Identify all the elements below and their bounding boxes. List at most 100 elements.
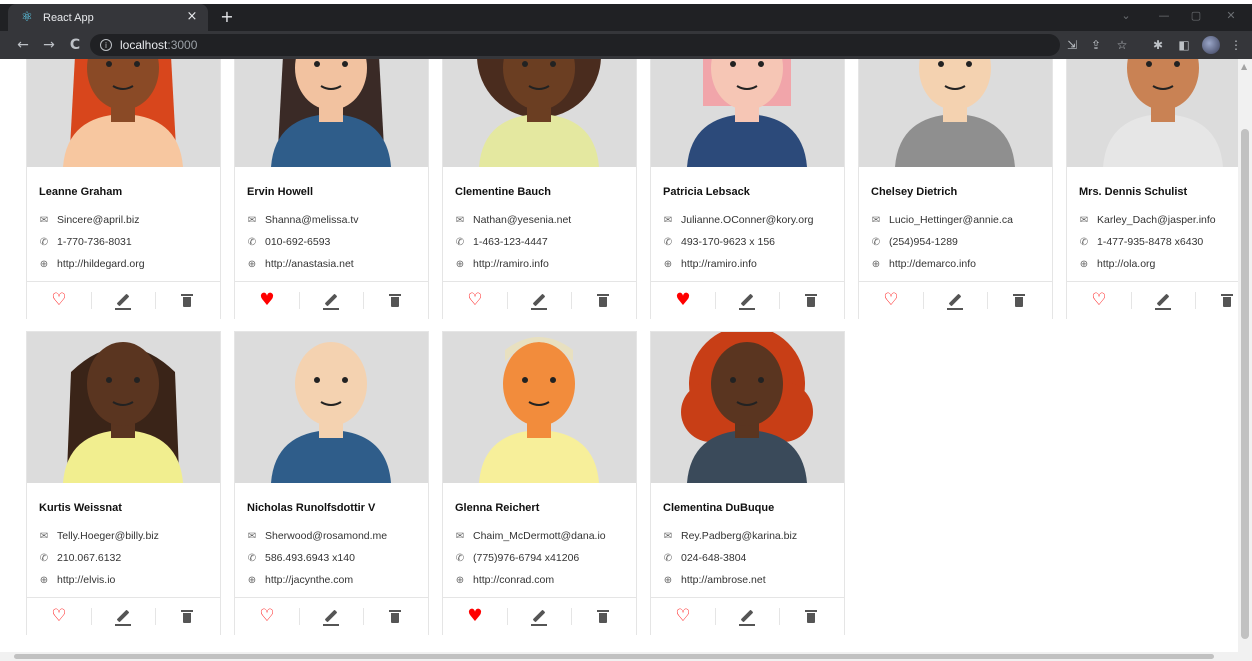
user-avatar [651,332,844,483]
trash-icon [805,294,817,307]
user-email-row: ✉ Lucio_Hettinger@annie.ca [871,212,1013,228]
user-phone: 1-477-935-8478 x6430 [1097,236,1204,248]
edit-button[interactable] [1131,282,1195,319]
menu-icon[interactable]: ⋮ [1228,37,1244,53]
edit-button[interactable] [507,282,571,319]
like-button[interactable]: ♡ [27,598,91,635]
back-button[interactable]: ← [14,36,32,54]
like-button[interactable]: ♡ [27,282,91,319]
delete-button[interactable] [779,598,843,635]
user-website: http://demarco.info [889,258,976,270]
maximize-icon[interactable]: ▢ [1187,9,1205,22]
heart-outline-icon: ♡ [675,606,691,626]
trash-icon [389,294,401,307]
user-card: Kurtis Weissnat ✉ Telly.Hoeger@billy.biz… [26,331,221,635]
edit-button[interactable] [299,598,363,635]
like-button[interactable]: ♥ [235,282,299,319]
chevron-down-icon[interactable]: ⌄ [1117,9,1135,22]
edit-button[interactable] [91,282,155,319]
delete-button[interactable] [779,282,843,319]
user-phone-row: ✆ (775)976-6794 x41206 [455,550,579,566]
edit-button[interactable] [91,598,155,635]
user-email: Julianne.OConner@kory.org [681,214,814,226]
horizontal-scrollbar[interactable] [0,652,1252,661]
edit-button[interactable] [715,598,779,635]
user-phone: 210.067.6132 [57,552,122,564]
forward-button[interactable]: → [40,36,58,54]
minimize-icon[interactable]: — [1155,9,1173,22]
delete-button[interactable] [571,598,635,635]
trash-icon [1013,294,1025,307]
heart-outline-icon: ♡ [883,290,899,310]
user-avatar [1067,59,1238,167]
user-phone-row: ✆ 493-170-9623 x 156 [663,234,775,250]
like-button[interactable]: ♡ [443,282,507,319]
user-website-row: ⊕ http://ola.org [1079,256,1156,272]
user-avatar [235,332,428,483]
user-website: http://anastasia.net [265,258,354,270]
user-avatar [27,59,220,167]
close-icon[interactable]: × [184,9,200,25]
user-info: Mrs. Dennis Schulist ✉ Karley_Dach@jaspe… [1067,167,1238,281]
user-card: Leanne Graham ✉ Sincere@april.biz ✆ 1-77… [26,59,221,319]
user-phone-row: ✆ 1-477-935-8478 x6430 [1079,234,1203,250]
user-name: Glenna Reichert [455,502,540,514]
like-button[interactable]: ♥ [651,282,715,319]
like-button[interactable]: ♡ [651,598,715,635]
user-info: Ervin Howell ✉ Shanna@melissa.tv ✆ 010-6… [235,167,428,281]
user-phone: 1-463-123-4447 [473,236,548,248]
user-email: Lucio_Hettinger@annie.ca [889,214,1013,226]
user-website-row: ⊕ http://jacynthe.com [247,572,353,588]
vertical-scroll-thumb[interactable] [1241,129,1249,639]
delete-button[interactable] [363,282,427,319]
edit-button[interactable] [507,598,571,635]
user-avatar [443,59,636,167]
delete-button[interactable] [155,598,219,635]
delete-button[interactable] [1195,282,1238,319]
delete-button[interactable] [363,598,427,635]
mail-icon: ✉ [663,214,673,226]
horizontal-scroll-thumb[interactable] [14,654,1214,659]
page-content: Leanne Graham ✉ Sincere@april.biz ✆ 1-77… [0,59,1238,652]
user-info: Kurtis Weissnat ✉ Telly.Hoeger@billy.biz… [27,483,220,597]
share-icon[interactable]: ⇪ [1088,37,1104,53]
user-name: Chelsey Dietrich [871,186,958,198]
globe-icon: ⊕ [1079,258,1089,270]
like-button[interactable]: ♥ [443,598,507,635]
user-website-row: ⊕ http://anastasia.net [247,256,354,272]
mail-icon: ✉ [663,530,673,542]
heart-outline-icon: ♡ [467,290,483,310]
user-phone-row: ✆ 210.067.6132 [39,550,121,566]
window-close-icon[interactable]: ✕ [1222,9,1240,22]
like-button[interactable]: ♡ [1067,282,1131,319]
reload-button[interactable]: C [66,36,84,54]
new-tab-button[interactable]: + [218,8,236,26]
like-button[interactable]: ♡ [235,598,299,635]
sidepanel-icon[interactable]: ◧ [1176,37,1192,53]
user-email: Shanna@melissa.tv [265,214,359,226]
star-icon[interactable]: ☆ [1114,37,1130,53]
user-website-row: ⊕ http://demarco.info [871,256,976,272]
card-actions: ♥ [443,597,636,635]
profile-avatar[interactable] [1202,36,1220,54]
user-card: Nicholas Runolfsdottir V ✉ Sherwood@rosa… [234,331,429,635]
install-icon[interactable]: ⇲ [1064,37,1080,53]
delete-button[interactable] [987,282,1051,319]
edit-button[interactable] [715,282,779,319]
address-bar[interactable]: i localhost:3000 [90,34,1060,56]
user-card: Chelsey Dietrich ✉ Lucio_Hettinger@annie… [858,59,1053,319]
vertical-scrollbar[interactable]: ▲ [1238,59,1252,652]
edit-button[interactable] [923,282,987,319]
scroll-up-icon[interactable]: ▲ [1241,62,1247,71]
pencil-icon [323,609,339,626]
extensions-icon[interactable]: ✱ [1150,37,1166,53]
browser-tab[interactable]: ⚛ React App × [8,4,208,31]
delete-button[interactable] [155,282,219,319]
user-avatar [859,59,1052,167]
delete-button[interactable] [571,282,635,319]
info-icon[interactable]: i [100,39,112,51]
edit-button[interactable] [299,282,363,319]
trash-icon [1221,294,1233,307]
user-email: Sherwood@rosamond.me [265,530,388,542]
like-button[interactable]: ♡ [859,282,923,319]
